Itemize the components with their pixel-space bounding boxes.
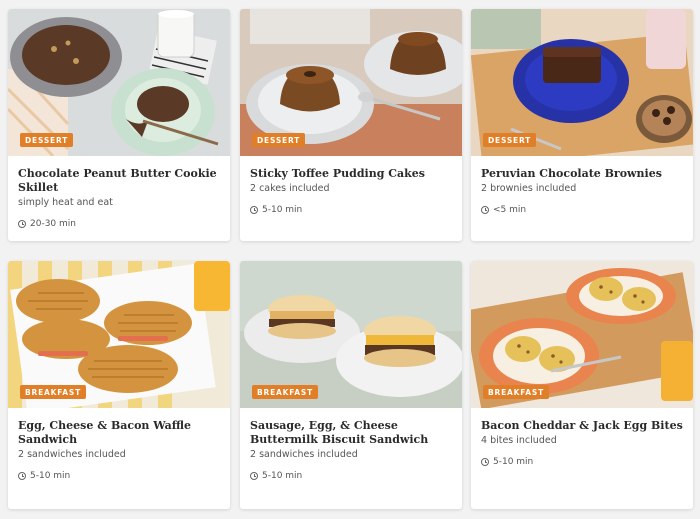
meal-subtitle: 2 sandwiches included (250, 449, 358, 460)
clock-icon (18, 220, 26, 228)
meal-subtitle: 2 brownies included (481, 183, 577, 194)
prep-time: 5-10 min (18, 471, 220, 481)
prep-time-value: <5 min (493, 205, 527, 215)
prep-time-value: 5-10 min (262, 471, 303, 481)
meal-photo[interactable]: BREAKFAST (471, 261, 693, 408)
meal-card-egg-bites[interactable]: BREAKFAST Bacon Cheddar & Jack Egg Bites… (471, 261, 693, 509)
meal-card-cookie-skillet[interactable]: DESSERT Chocolate Peanut Butter Cookie S… (8, 9, 230, 241)
meal-title[interactable]: Peruvian Chocolate Brownies (481, 167, 683, 181)
meal-photo[interactable]: BREAKFAST (240, 261, 462, 408)
meal-photo[interactable]: DESSERT (471, 9, 693, 156)
meal-grid: DESSERT Chocolate Peanut Butter Cookie S… (0, 0, 700, 519)
meal-subtitle: simply heat and eat (18, 197, 113, 208)
meal-card-waffle-sandwich[interactable]: BREAKFAST Egg, Cheese & Bacon Waffle San… (8, 261, 230, 509)
meal-title[interactable]: Sausage, Egg, & Cheese Buttermilk Biscui… (250, 419, 452, 447)
category-badge: BREAKFAST (483, 385, 550, 399)
prep-time: 20-30 min (18, 219, 220, 229)
prep-time-value: 5-10 min (493, 457, 534, 467)
meal-photo[interactable]: DESSERT (240, 9, 462, 156)
meal-title[interactable]: Sticky Toffee Pudding Cakes (250, 167, 452, 181)
prep-time-value: 20-30 min (30, 219, 76, 229)
meal-card-sticky-toffee[interactable]: DESSERT Sticky Toffee Pudding Cakes 2 ca… (240, 9, 462, 241)
meal-subtitle: 2 sandwiches included (18, 449, 126, 460)
meal-card-biscuit-sandwich[interactable]: BREAKFAST Sausage, Egg, & Cheese Butterm… (240, 261, 462, 509)
prep-time: <5 min (481, 205, 683, 215)
clock-icon (250, 472, 258, 480)
category-badge: BREAKFAST (252, 385, 319, 399)
clock-icon (481, 206, 489, 214)
clock-icon (481, 458, 489, 466)
meal-card-peruvian-brownies[interactable]: DESSERT Peruvian Chocolate Brownies 2 br… (471, 9, 693, 241)
meal-title[interactable]: Bacon Cheddar & Jack Egg Bites (481, 419, 683, 433)
meal-photo[interactable]: DESSERT (8, 9, 230, 156)
meal-subtitle: 4 bites included (481, 435, 557, 446)
prep-time: 5-10 min (250, 471, 452, 481)
prep-time: 5-10 min (481, 457, 683, 467)
meal-title[interactable]: Chocolate Peanut Butter Cookie Skillet (18, 167, 220, 195)
meal-photo[interactable]: BREAKFAST (8, 261, 230, 408)
clock-icon (250, 206, 258, 214)
category-badge: DESSERT (252, 133, 306, 147)
prep-time: 5-10 min (250, 205, 452, 215)
clock-icon (18, 472, 26, 480)
category-badge: DESSERT (483, 133, 537, 147)
meal-subtitle: 2 cakes included (250, 183, 330, 194)
category-badge: DESSERT (20, 133, 74, 147)
prep-time-value: 5-10 min (262, 205, 303, 215)
meal-title[interactable]: Egg, Cheese & Bacon Waffle Sandwich (18, 419, 220, 447)
category-badge: BREAKFAST (20, 385, 87, 399)
prep-time-value: 5-10 min (30, 471, 71, 481)
